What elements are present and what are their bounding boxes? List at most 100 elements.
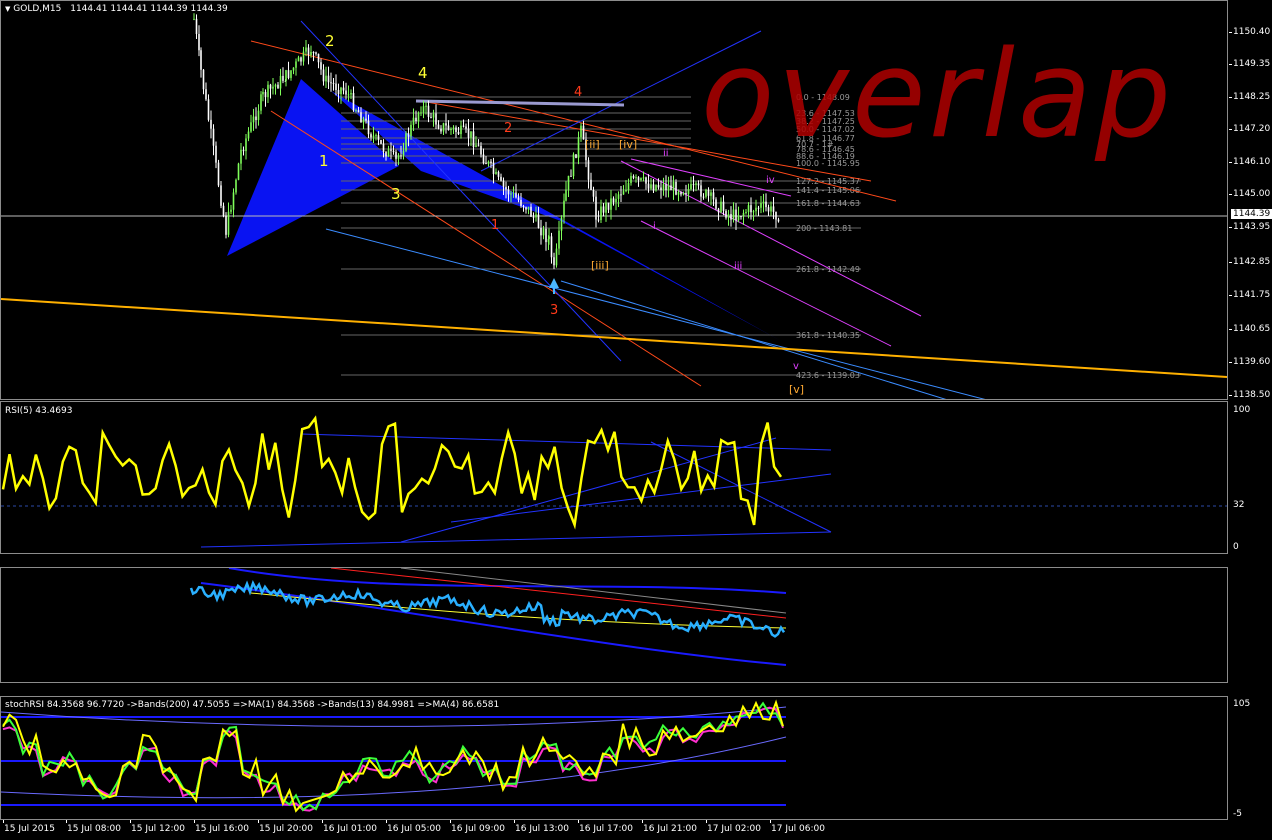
candle-body xyxy=(330,82,332,84)
candle-body xyxy=(710,192,712,196)
candle-body xyxy=(545,228,547,243)
candle-body xyxy=(640,178,642,181)
candle-body xyxy=(457,131,460,135)
stochrsi-pane[interactable]: stochRSI 84.3568 96.7720 ->Bands(200) 47… xyxy=(0,696,1228,820)
rsi-trendline xyxy=(200,531,832,548)
price-tick-label: 1146.10 xyxy=(1233,157,1271,167)
horizontal-level-line xyxy=(415,99,625,107)
candle-body xyxy=(272,86,274,89)
candle-body xyxy=(445,123,447,126)
candle-body xyxy=(558,230,560,249)
candle-body xyxy=(760,203,762,208)
candle-body xyxy=(332,82,335,84)
candle-body xyxy=(290,70,292,78)
candle-body xyxy=(655,184,657,191)
chart-menu-icon[interactable]: ▼ xyxy=(5,5,10,13)
candle-body xyxy=(245,138,247,152)
candle-body xyxy=(563,200,565,218)
candle-body xyxy=(465,126,467,129)
candle-body xyxy=(765,201,767,208)
candle-body xyxy=(227,211,230,235)
wave-label: [v] xyxy=(789,383,804,396)
candle-body xyxy=(302,51,305,62)
candle-body xyxy=(420,112,422,114)
candle-body xyxy=(580,125,582,138)
candle-body xyxy=(550,236,553,258)
candle-body xyxy=(427,105,430,117)
candle-body xyxy=(485,163,487,165)
bands-chart[interactable] xyxy=(1,568,1227,682)
candle-body xyxy=(525,207,527,210)
candle-body xyxy=(553,257,555,266)
price-pane[interactable]: 0.0 - 1148.09 23.6 - 1147.53 38.2 - 1147.2… xyxy=(0,0,1228,400)
candle-body xyxy=(715,199,717,209)
candle-body xyxy=(430,116,432,118)
price-tick-mark xyxy=(1229,64,1232,65)
candle-body xyxy=(762,201,765,204)
time-tick-mark xyxy=(450,820,451,823)
candle-body xyxy=(198,33,200,51)
rsi-label: RSI(5) 43.4693 xyxy=(5,406,73,416)
candle-body xyxy=(247,131,250,139)
candle-body xyxy=(442,123,445,132)
candle-body xyxy=(600,206,602,221)
price-tick-label: 1138.50 xyxy=(1233,390,1271,400)
rsi-pane[interactable]: RSI(5) 43.4693 xyxy=(0,401,1228,554)
candle-body xyxy=(345,90,347,95)
price-tick-mark xyxy=(1229,194,1232,195)
candle-body xyxy=(417,112,420,122)
bands-pane[interactable] xyxy=(0,567,1228,683)
time-tick-mark xyxy=(3,820,4,823)
wave-label: [ii] xyxy=(585,138,600,151)
fib-level-label: 200 - 1143.81 xyxy=(796,224,852,233)
candle-body xyxy=(595,196,597,220)
candle-body xyxy=(297,57,300,62)
wave-label: 4 xyxy=(418,64,428,82)
stochrsi-label: stochRSI 84.3568 96.7720 ->Bands(200) 47… xyxy=(5,700,500,710)
candle-body xyxy=(705,189,707,197)
wave-label: ii xyxy=(663,148,669,159)
candle-body xyxy=(517,197,520,200)
stochrsi-axis: 105 -5 xyxy=(1229,696,1272,820)
time-tick-label: 17 Jul 06:00 xyxy=(771,824,825,834)
fib-level-label: 423.6 - 1139.03 xyxy=(796,371,860,380)
candle-body xyxy=(264,92,267,98)
candle-body xyxy=(390,149,392,151)
candle-body xyxy=(662,184,665,191)
rsi-axis: 100 32 0 xyxy=(1229,401,1272,554)
candle-body xyxy=(492,163,495,174)
price-tick-label: 1149.35 xyxy=(1233,59,1271,69)
candle-body xyxy=(752,211,755,213)
price-chart[interactable]: 0.0 - 1148.0923.6 - 1147.5338.2 - 1147.2… xyxy=(1,1,1227,399)
candle-body xyxy=(750,205,752,213)
stochrsi-chart[interactable] xyxy=(1,697,1227,819)
wave-label: 1 xyxy=(491,218,499,233)
candle-body xyxy=(279,75,282,89)
candle-body xyxy=(452,127,455,129)
candle-body xyxy=(300,57,302,62)
candle-body xyxy=(612,198,615,203)
candle-body xyxy=(667,185,670,191)
candle-body xyxy=(652,184,655,191)
candle-body xyxy=(370,134,372,138)
candle-body xyxy=(737,215,740,221)
candle-body xyxy=(622,191,625,195)
time-tick-mark xyxy=(194,820,195,823)
candle-body xyxy=(642,177,645,179)
price-tick-mark xyxy=(1229,32,1232,33)
stoch-tick-minus5: -5 xyxy=(1233,809,1242,819)
candle-body xyxy=(475,145,477,148)
candle-body xyxy=(402,150,405,156)
candle-body xyxy=(645,177,647,184)
symbol-label: GOLD,M15 xyxy=(13,4,62,14)
candle-body xyxy=(542,228,545,236)
trendline-magenta-2 xyxy=(640,220,892,347)
candle-body xyxy=(510,193,512,195)
wave-label: [iii] xyxy=(591,259,609,272)
rsi-tick-32: 32 xyxy=(1233,500,1245,510)
rsi-chart[interactable] xyxy=(1,402,1227,553)
rsi-tick-0: 0 xyxy=(1233,542,1239,552)
candle-body xyxy=(772,206,775,212)
price-tick-label: 1141.75 xyxy=(1233,290,1271,300)
time-tick-label: 15 Jul 16:00 xyxy=(195,824,249,834)
